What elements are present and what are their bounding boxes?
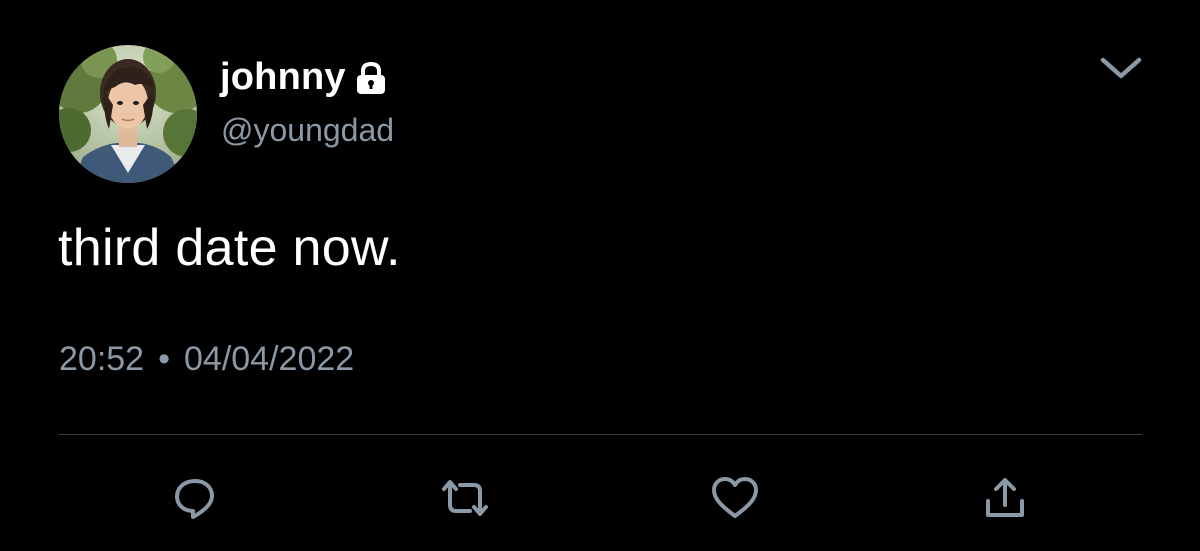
- tweet-timestamp[interactable]: 20:52 • 04/04/2022: [59, 340, 354, 379]
- user-handle[interactable]: @youngdad: [221, 112, 394, 149]
- chevron-down-icon[interactable]: [1097, 50, 1145, 84]
- retweet-button[interactable]: [438, 473, 492, 527]
- lock-icon: [352, 61, 390, 100]
- profile-photo: [59, 45, 197, 183]
- avatar[interactable]: [59, 45, 197, 183]
- retweet-icon: [438, 475, 492, 526]
- share-icon: [982, 475, 1028, 526]
- display-name[interactable]: johnny: [220, 56, 346, 99]
- separator-dot: •: [158, 340, 170, 378]
- divider: [59, 434, 1142, 435]
- heart-icon: [710, 475, 760, 526]
- reply-icon: [172, 475, 218, 526]
- like-button[interactable]: [708, 473, 762, 527]
- author-name-row: johnny: [220, 52, 390, 102]
- tweet-text: third date now.: [58, 219, 401, 277]
- tweet: johnny @youngdad third date now. 20:52 •…: [0, 0, 1200, 551]
- tweet-date: 04/04/2022: [184, 340, 355, 378]
- reply-button[interactable]: [168, 473, 222, 527]
- share-button[interactable]: [978, 473, 1032, 527]
- tweet-time: 20:52: [59, 340, 145, 378]
